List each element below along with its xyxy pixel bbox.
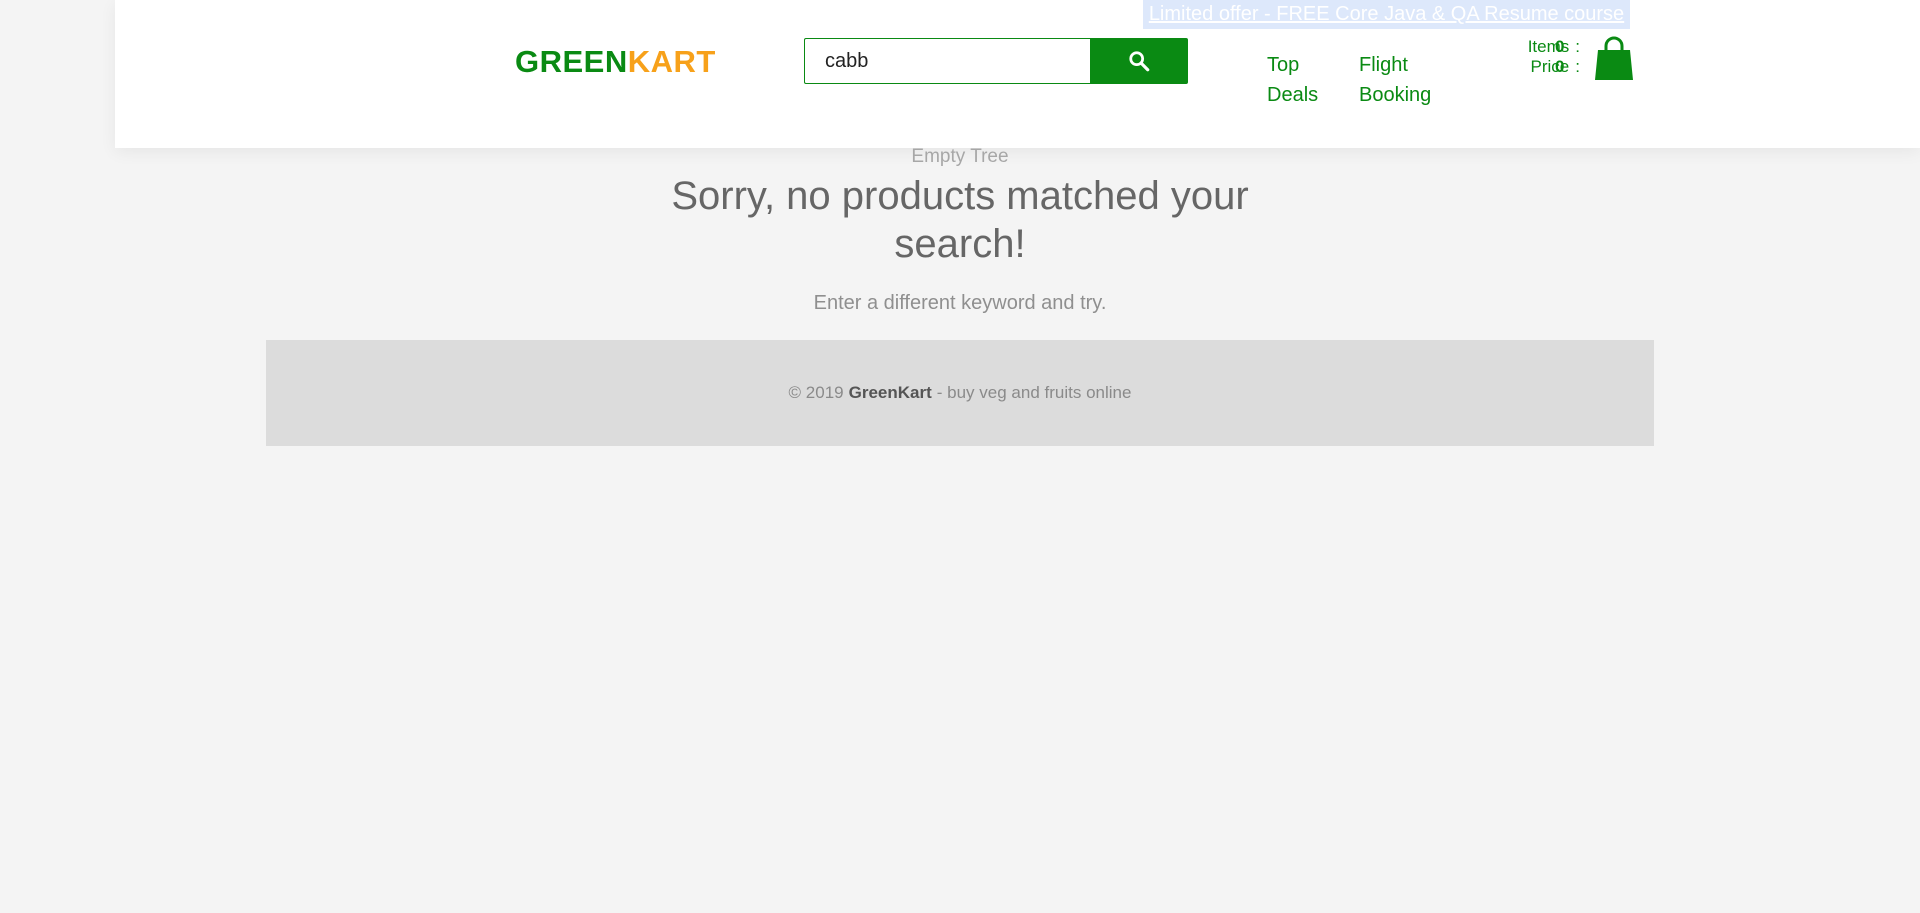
cart-button[interactable]	[1593, 36, 1635, 82]
search-hint: Enter a different keyword and try.	[813, 292, 1107, 314]
empty-tree-image-alt: Empty Tree	[911, 146, 1009, 167]
search-input[interactable]	[804, 38, 1090, 84]
search-button[interactable]	[1090, 38, 1188, 84]
brand-logo-orange: KART	[627, 44, 716, 79]
search-icon	[1129, 51, 1150, 72]
nav-top-deals[interactable]: Top Deals	[1267, 50, 1327, 110]
footer-copyright: © 2019	[788, 383, 844, 402]
footer-tagline: - buy veg and fruits online	[936, 383, 1132, 402]
footer-brand: GreenKart	[848, 383, 932, 402]
shopping-bag-icon	[1595, 36, 1633, 80]
limited-offer-link[interactable]: Limited offer - FREE Core Java & QA Resu…	[1143, 0, 1630, 29]
no-products-message: Sorry, no products matched your search!	[671, 174, 1249, 266]
brand-logo-green: GREEN	[515, 44, 628, 79]
nav-flight-booking[interactable]: Flight Booking	[1359, 50, 1459, 110]
footer: © 2019 GreenKart - buy veg and fruits on…	[266, 340, 1654, 446]
brand-logo[interactable]: GREENKART	[515, 44, 716, 80]
